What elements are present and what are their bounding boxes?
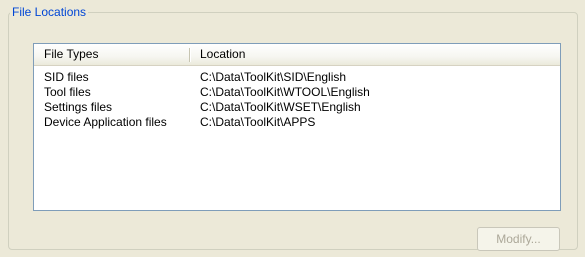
file-locations-panel: File Locations File Types Location SID f… [0,0,585,257]
list-body: SID files C:\Data\ToolKit\SID\English To… [34,70,560,130]
groupbox-title: File Locations [10,5,89,19]
column-divider[interactable] [189,48,191,62]
modify-button[interactable]: Modify... [477,227,560,251]
file-type-cell: Device Application files [44,115,167,129]
column-header-location[interactable]: Location [200,44,245,65]
file-type-cell: Tool files [44,85,91,99]
list-row-settings-files[interactable]: Settings files C:\Data\ToolKit\WSET\Engl… [34,100,560,115]
location-cell: C:\Data\ToolKit\WTOOL\English [200,85,370,99]
file-type-cell: SID files [44,70,89,84]
location-cell: C:\Data\ToolKit\SID\English [200,70,347,84]
list-row-device-application-files[interactable]: Device Application files C:\Data\ToolKit… [34,115,560,130]
column-header-file-types[interactable]: File Types [44,44,98,65]
location-cell: C:\Data\ToolKit\APPS [200,115,316,129]
list-row-sid-files[interactable]: SID files C:\Data\ToolKit\SID\English [34,70,560,85]
list-header: File Types Location [34,44,560,66]
list-row-tool-files[interactable]: Tool files C:\Data\ToolKit\WTOOL\English [34,85,560,100]
file-locations-list[interactable]: File Types Location SID files C:\Data\To… [33,43,561,211]
location-cell: C:\Data\ToolKit\WSET\English [200,100,361,114]
file-type-cell: Settings files [44,100,113,114]
